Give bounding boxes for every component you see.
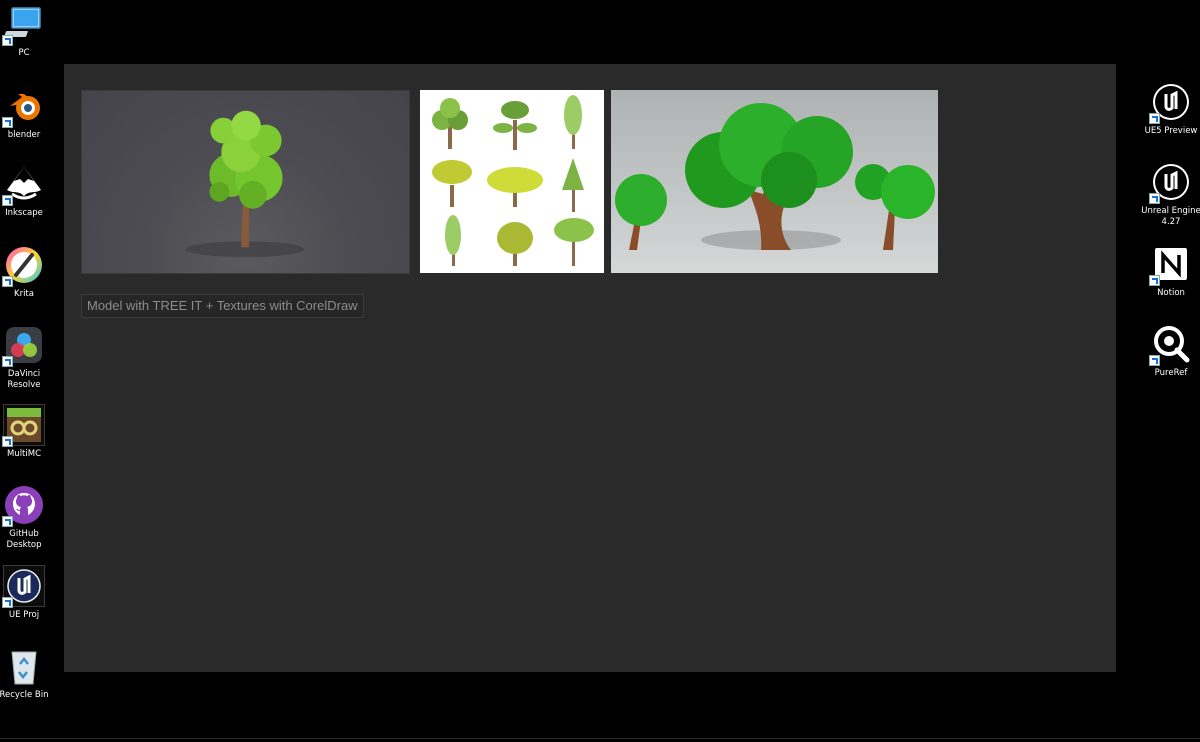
pureref-canvas[interactable]: Model with TREE IT + Textures with Corel… <box>64 64 1116 672</box>
shortcut-arrow-icon <box>2 195 13 206</box>
desktop-icon-label: UE5 Preview <box>1144 126 1198 136</box>
shortcut-arrow-icon <box>2 436 13 447</box>
reference-image-tree-model[interactable] <box>81 90 410 274</box>
shortcut-arrow-icon <box>2 597 13 608</box>
tree-image <box>432 95 594 266</box>
desktop-icon-label: PC <box>18 48 30 58</box>
desktop-icon-label: MultiMC <box>6 449 42 459</box>
desktop-icon-krita[interactable]: Krita <box>0 245 55 300</box>
shortcut-arrow-icon <box>2 276 13 287</box>
reference-image-tree-sheet[interactable] <box>420 90 604 273</box>
shortcut-arrow-icon <box>1149 355 1160 366</box>
desktop-icon-label: Krita <box>14 289 34 299</box>
shortcut-arrow-icon <box>2 35 13 46</box>
desktop-icon-label: Unreal Engine 4.27 <box>1141 206 1200 227</box>
taskbar-edge <box>0 738 1200 739</box>
desktop-icon-label: blender <box>7 130 41 140</box>
tree-image <box>615 103 935 250</box>
note-text[interactable]: Model with TREE IT + Textures with Corel… <box>81 294 364 318</box>
desktop-icon-label: Recycle Bin <box>0 690 49 700</box>
desktop-icon-label: UE Proj <box>8 610 40 620</box>
desktop-icon-pureref[interactable]: PureRef <box>1140 324 1200 379</box>
desktop-icon-label: DaVinci Resolve <box>7 369 41 390</box>
shortcut-arrow-icon <box>1149 193 1160 204</box>
desktop-icon-ue-proj[interactable]: UE Proj <box>0 565 55 621</box>
shortcut-arrow-icon <box>1149 275 1160 286</box>
shortcut-arrow-icon <box>2 516 13 527</box>
desktop-icon-github-desktop[interactable]: GitHub Desktop <box>0 485 55 550</box>
shortcut-arrow-icon <box>1149 113 1160 124</box>
desktop-icon-label: Notion <box>1157 288 1185 298</box>
desktop-icon-pc[interactable]: PC <box>0 4 55 59</box>
desktop-icon-blender[interactable]: blender <box>0 86 55 141</box>
desktop-icon-multimc[interactable]: MultiMC <box>0 404 55 460</box>
desktop-icon-davinci-resolve[interactable]: DaVinci Resolve <box>0 325 55 390</box>
desktop-icon-unreal-engine-427[interactable]: Unreal Engine 4.27 <box>1140 162 1200 227</box>
desktop-icon-label: GitHub Desktop <box>6 529 42 550</box>
desktop-icon-ue5-preview[interactable]: UE5 Preview <box>1140 82 1200 137</box>
desktop-icon-label: PureRef <box>1154 368 1188 378</box>
shortcut-arrow-icon <box>2 117 13 128</box>
desktop-icon-label: Inkscape <box>5 208 43 218</box>
desktop-icon-notion[interactable]: Notion <box>1140 244 1200 299</box>
tree-image <box>185 110 305 258</box>
recycle-bin-icon <box>11 651 37 685</box>
shortcut-arrow-icon <box>2 356 13 367</box>
reference-image-stylized-trees[interactable] <box>611 90 938 273</box>
desktop-icon-recycle-bin[interactable]: Recycle Bin <box>0 646 55 701</box>
desktop-icon-inkscape[interactable]: Inkscape <box>0 164 55 219</box>
